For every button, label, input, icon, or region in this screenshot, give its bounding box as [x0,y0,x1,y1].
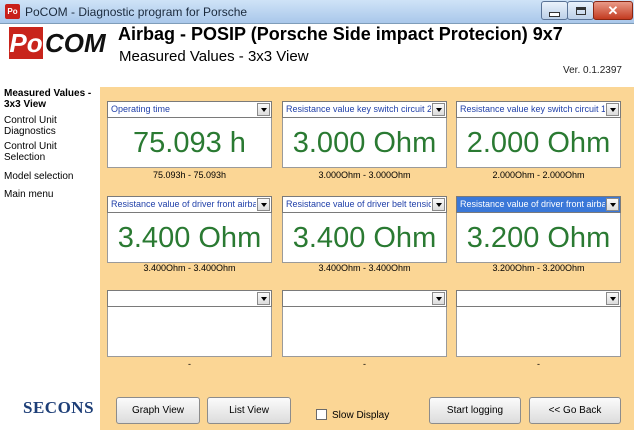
value-range-4: 3.400Ohm - 3.400Ohm [143,263,236,273]
slow-display-label[interactable]: Slow Display [332,410,389,421]
version-label: Ver. 0.1.2397 [563,65,622,76]
close-button[interactable]: ✕ [593,1,633,20]
sidebar-item-model-selection[interactable]: Model selection [4,171,98,182]
logo-po: Po [9,27,43,59]
chevron-down-icon[interactable] [257,103,270,116]
sidebar-item-measured-values[interactable]: Measured Values - 3x3 View [4,88,98,110]
measured-value-5: 3.400 Ohm [282,213,447,263]
page-title: Airbag - POSIP (Porsche Side impact Prot… [118,24,563,44]
window-title: PoCOM - Diagnostic program for Porsche [25,5,248,19]
sidebar-item-control-unit-diagnostics[interactable]: Control Unit Diagnostics [4,115,98,137]
parameter-select-text: Operating time [111,104,171,114]
parameter-select-text: Resistance value of driver front airbag … [111,199,256,209]
pocom-logo: Po COM [9,27,106,59]
maximize-button[interactable] [567,1,594,20]
measured-value-9 [456,307,621,357]
list-view-button[interactable]: List View [207,397,291,424]
parameter-select-4[interactable]: Resistance value of driver front airbag … [107,196,272,213]
parameter-select-5[interactable]: Resistance value of driver belt tensione… [282,196,447,213]
parameter-select-3[interactable]: Resistance value key switch circuit 1 [456,101,621,118]
measured-value-2: 3.000 Ohm [282,118,447,168]
graph-view-button[interactable]: Graph View [116,397,200,424]
slow-display-checkbox[interactable] [316,409,327,420]
close-icon: ✕ [607,2,619,18]
measured-value-4: 3.400 Ohm [107,213,272,263]
minimize-button[interactable] [541,1,568,20]
parameter-select-2[interactable]: Resistance value key switch circuit 2 [282,101,447,118]
secons-logo: SECONS [23,398,95,417]
parameter-select-8[interactable] [282,290,447,307]
chevron-down-icon[interactable] [257,292,270,305]
parameter-select-6[interactable]: Resistance value of driver front airbag … [456,196,621,213]
parameter-select-text: Resistance value of driver belt tensione… [286,199,431,209]
app-icon: Po [5,4,20,19]
parameter-select-7[interactable] [107,290,272,307]
parameter-select-9[interactable] [456,290,621,307]
value-range-5: 3.400Ohm - 3.400Ohm [318,263,411,273]
logo-com: COM [43,27,106,59]
value-range-2: 3.000Ohm - 3.000Ohm [318,170,411,180]
value-range-3: 2.000Ohm - 2.000Ohm [492,170,585,180]
value-range-1: 75.093h - 75.093h [152,170,227,180]
value-range-7: - [188,359,191,369]
chevron-down-icon[interactable] [606,292,619,305]
chevron-down-icon[interactable] [432,198,445,211]
go-back-button[interactable]: << Go Back [529,397,621,424]
start-logging-button[interactable]: Start logging [429,397,521,424]
chevron-down-icon[interactable] [606,103,619,116]
minimize-icon [549,11,560,17]
window-titlebar[interactable]: Po PoCOM - Diagnostic program for Porsch… [0,0,634,24]
measured-value-6: 3.200 Ohm [456,213,621,263]
parameter-select-1[interactable]: Operating time [107,101,272,118]
parameter-select-text: Resistance value of driver front airbag … [460,199,605,209]
chevron-down-icon[interactable] [432,292,445,305]
value-range-6: 3.200Ohm - 3.200Ohm [492,263,585,273]
chevron-down-icon[interactable] [257,198,270,211]
chevron-down-icon[interactable] [606,198,619,211]
value-range-9: - [537,359,540,369]
measured-value-8 [282,307,447,357]
sidebar-item-main-menu[interactable]: Main menu [4,189,98,200]
measured-value-1: 75.093 h [107,118,272,168]
chevron-down-icon[interactable] [432,103,445,116]
parameter-select-text: Resistance value key switch circuit 1 [460,104,605,114]
page-subtitle: Measured Values - 3x3 View [119,48,309,65]
parameter-select-text: Resistance value key switch circuit 2 [286,104,431,114]
sidebar-item-control-unit-selection[interactable]: Control Unit Selection [4,141,98,163]
measured-value-7 [107,307,272,357]
measured-value-3: 2.000 Ohm [456,118,621,168]
maximize-icon [575,6,586,15]
value-range-8: - [363,359,366,369]
sidebar [0,87,100,430]
